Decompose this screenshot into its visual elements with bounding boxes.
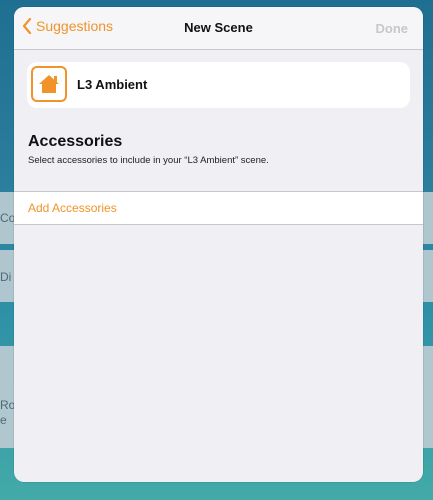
house-glyph: [39, 75, 59, 93]
page-title: New Scene: [184, 20, 253, 35]
house-icon[interactable]: [31, 66, 67, 102]
done-button[interactable]: Done: [376, 21, 409, 36]
scene-name: L3 Ambient: [77, 77, 148, 92]
new-scene-sheet: Suggestions New Scene Done L3 Ambient Ac…: [14, 7, 423, 482]
add-accessories-label: Add Accessories: [28, 201, 117, 215]
accessories-heading: Accessories: [28, 133, 123, 150]
background-text: Di: [0, 270, 12, 284]
background-text: e: [0, 413, 7, 427]
navigation-bar: Suggestions New Scene Done: [14, 7, 423, 50]
scene-name-row[interactable]: L3 Ambient: [27, 62, 410, 108]
add-accessories-button[interactable]: Add Accessories: [14, 191, 423, 225]
accessories-subtitle: Select accessories to include in your “L…: [28, 155, 269, 166]
